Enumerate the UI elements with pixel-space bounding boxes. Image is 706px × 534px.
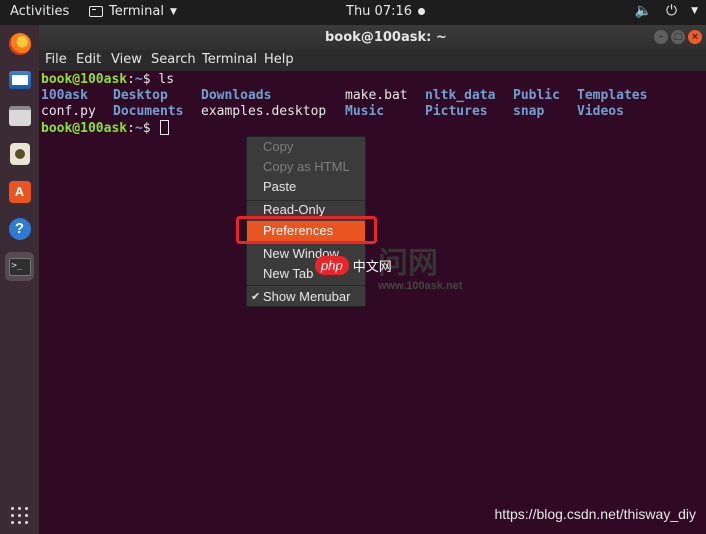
dock: A ? >_ (0, 25, 39, 534)
system-tray[interactable]: 🔈 ⏻ ▼ (635, 3, 698, 19)
ls-entry: Documents (113, 104, 184, 119)
terminal-line: book@100ask:~$ ls (41, 72, 174, 88)
menu-item-show-menubar-label: Show Menubar (263, 289, 351, 304)
minimize-button[interactable]: – (654, 30, 668, 44)
command-text: ls (158, 72, 175, 87)
dock-terminal[interactable]: >_ (5, 252, 34, 281)
text-cursor (160, 120, 170, 135)
ls-entry: Pictures (425, 104, 488, 119)
dock-firefox[interactable] (5, 29, 34, 58)
watermark-php-badge: php (315, 256, 349, 275)
clock-button[interactable]: Thu 07:16 (346, 4, 426, 19)
ls-entry: Videos (577, 104, 624, 119)
dock-files[interactable] (5, 101, 34, 130)
terminal-line: book@100ask:~$ (41, 120, 170, 136)
firefox-icon (8, 32, 31, 55)
app-menu-button[interactable]: Terminal ▼ (89, 4, 177, 19)
menu-item-show-menubar[interactable]: ✔ Show Menubar (247, 287, 365, 307)
thunderbird-mail-icon (8, 70, 31, 89)
prompt-symbol: $ (142, 121, 159, 136)
dock-rhythmbox[interactable] (5, 139, 34, 168)
app-menu-label: Terminal (109, 4, 164, 19)
menu-item-paste[interactable]: Paste (247, 177, 365, 197)
volume-icon[interactable]: 🔈 (635, 3, 652, 19)
watermark-php-cn: php 中文网 (315, 256, 392, 275)
menu-file[interactable]: File (45, 52, 67, 67)
activities-button[interactable]: Activities (10, 4, 69, 19)
menu-separator (247, 285, 365, 286)
prompt-user: book@100ask (41, 72, 128, 87)
menu-item-copy-as-html[interactable]: Copy as HTML (247, 157, 365, 177)
rhythmbox-icon (9, 142, 30, 165)
files-icon (8, 105, 31, 126)
caret-down-icon[interactable]: ▼ (691, 6, 698, 16)
ls-entry: snap (513, 104, 545, 119)
ls-entry: make.bat (345, 88, 408, 103)
caret-down-icon: ▼ (169, 6, 177, 17)
dock-thunderbird[interactable] (5, 65, 34, 94)
watermark-php-text: 中文网 (352, 260, 392, 275)
ls-entry: 100ask (41, 88, 88, 103)
menu-search[interactable]: Search (151, 52, 196, 67)
close-button[interactable]: × (688, 30, 702, 44)
menu-help[interactable]: Help (264, 52, 294, 67)
power-icon[interactable]: ⏻ (666, 3, 677, 19)
ls-entry: examples.desktop (201, 104, 327, 119)
help-icon: ? (8, 217, 31, 240)
dock-help[interactable]: ? (5, 214, 34, 243)
window-title: book@100ask: ~ (325, 30, 447, 45)
prompt-user: book@100ask (41, 121, 128, 136)
highlight-annotation-box (236, 216, 377, 244)
ls-entry: conf.py (41, 104, 96, 119)
ls-entry: nltk_data (425, 88, 496, 103)
dock-software[interactable]: A (5, 177, 34, 206)
menu-edit[interactable]: Edit (76, 52, 101, 67)
watermark-csdn-url: https://blog.csdn.net/thisway_diy (494, 506, 696, 522)
menu-view[interactable]: View (111, 52, 142, 67)
software-store-icon: A (8, 180, 31, 203)
watermark-site-url: www.100ask.net (378, 280, 463, 292)
menubar: File Edit View Search Terminal Help (39, 50, 706, 71)
ls-entry: Templates (577, 88, 648, 103)
notification-dot-icon (418, 8, 426, 15)
menu-item-copy[interactable]: Copy (247, 137, 365, 157)
terminal-window: book@100ask: ~ – □ × File Edit View Sear… (39, 25, 706, 534)
ls-entry: Music (345, 104, 385, 119)
clock-label: Thu 07:16 (346, 4, 413, 19)
prompt-symbol: $ (142, 72, 159, 87)
prompt-path: ~ (134, 72, 143, 87)
maximize-button[interactable]: □ (671, 30, 685, 44)
check-icon: ✔ (251, 291, 261, 303)
ls-entry: Public (513, 88, 560, 103)
window-titlebar[interactable]: book@100ask: ~ – □ × (39, 25, 706, 50)
prompt-separator: : (127, 121, 135, 136)
prompt-path: ~ (134, 121, 143, 136)
terminal-app-icon (89, 6, 103, 17)
menu-terminal[interactable]: Terminal (202, 52, 257, 67)
prompt-separator: : (127, 72, 135, 87)
terminal-icon: >_ (8, 257, 31, 276)
ls-entry: Desktop (113, 88, 168, 103)
ls-entry: Downloads (201, 88, 272, 103)
show-applications-icon[interactable] (11, 507, 28, 524)
top-panel: Activities Terminal ▼ Thu 07:16 🔈 ⏻ ▼ (0, 0, 706, 25)
